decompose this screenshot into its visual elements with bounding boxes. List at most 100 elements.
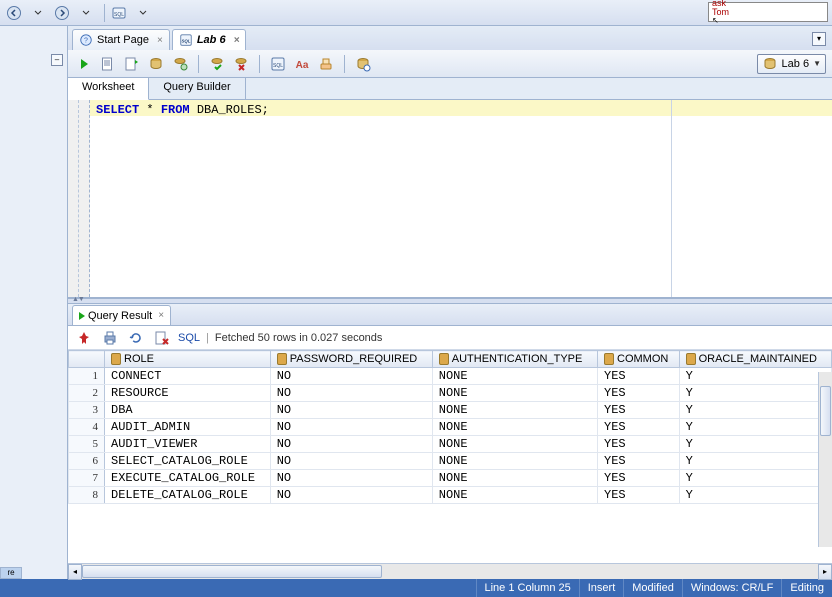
nav-back-button[interactable] [4,3,24,23]
vertical-scrollbar[interactable] [818,372,832,547]
column-header[interactable]: COMMON [598,351,680,368]
cell[interactable]: YES [598,436,680,453]
cell[interactable]: NO [270,419,432,436]
table-row[interactable]: 7EXECUTE_CATALOG_ROLENONONEYESY [69,470,832,487]
column-header[interactable]: PASSWORD_REQUIRED [270,351,432,368]
cell[interactable]: YES [598,470,680,487]
scroll-thumb[interactable] [820,386,831,436]
clear-button[interactable] [316,54,336,74]
column-header[interactable]: ORACLE_MAINTAINED [679,351,831,368]
explain-plan-button[interactable] [122,54,142,74]
connection-dropdown[interactable]: Lab 6 ▼ [757,54,826,74]
maximize-button[interactable]: ▾ [812,32,826,46]
cell[interactable]: NONE [432,368,597,385]
cell[interactable]: RESOURCE [105,385,271,402]
cell[interactable]: Y [679,368,831,385]
pin-button[interactable] [74,328,94,348]
close-icon[interactable]: × [158,310,164,321]
sql-tuning-button[interactable] [170,54,190,74]
column-header[interactable]: AUTHENTICATION_TYPE [432,351,597,368]
rollback-button[interactable] [231,54,251,74]
cell[interactable]: Y [679,436,831,453]
cell[interactable]: EXECUTE_CATALOG_ROLE [105,470,271,487]
cell[interactable]: NO [270,385,432,402]
sql-link[interactable]: SQL [178,332,200,344]
tab-query-result[interactable]: Query Result × [72,305,171,325]
cell[interactable]: YES [598,487,680,504]
unshared-worksheet-button[interactable]: SQL [268,54,288,74]
cell[interactable]: NO [270,470,432,487]
tab-worksheet[interactable]: Worksheet [68,78,149,100]
main-panel: ? Start Page × SQL Lab 6 × ▾ [68,26,832,579]
cell[interactable]: YES [598,453,680,470]
print-button[interactable] [100,328,120,348]
cell[interactable]: NO [270,436,432,453]
table-row[interactable]: 8DELETE_CATALOG_ROLENONONEYESY [69,487,832,504]
cell[interactable]: Y [679,419,831,436]
splitter-handle[interactable] [68,298,832,304]
cell[interactable]: NONE [432,385,597,402]
cell[interactable]: NONE [432,453,597,470]
editor-area[interactable]: SELECT * FROM DBA_ROLES; [90,100,832,297]
sql-history-button[interactable] [353,54,373,74]
cell[interactable]: Y [679,470,831,487]
scroll-right-button[interactable]: ▸ [818,564,832,580]
cell[interactable]: NO [270,487,432,504]
minimize-panel-button[interactable]: – [51,54,63,66]
ask-tom-label: ask Tom [712,0,824,17]
scroll-left-button[interactable]: ◂ [68,564,82,580]
cell[interactable]: NONE [432,487,597,504]
ask-tom-widget[interactable]: ask Tom ↖ [708,2,828,22]
sql-dropdown[interactable] [133,3,153,23]
column-header[interactable]: ROLE [105,351,271,368]
cell[interactable]: NONE [432,402,597,419]
nav-forward-dropdown[interactable] [76,3,96,23]
close-icon[interactable]: × [157,35,163,46]
tab-label: Query Builder [163,81,230,93]
result-grid[interactable]: ROLEPASSWORD_REQUIREDAUTHENTICATION_TYPE… [68,350,832,504]
nav-back-dropdown[interactable] [28,3,48,23]
scroll-thumb[interactable] [82,565,382,578]
table-row[interactable]: 4AUDIT_ADMINNONONEYESY [69,419,832,436]
cell[interactable]: Y [679,487,831,504]
cell[interactable]: Y [679,402,831,419]
table-row[interactable]: 2RESOURCENONONEYESY [69,385,832,402]
cell[interactable]: AUDIT_VIEWER [105,436,271,453]
cell[interactable]: Y [679,385,831,402]
cell[interactable]: CONNECT [105,368,271,385]
table-row[interactable]: 1CONNECTNONONEYESY [69,368,832,385]
table-row[interactable]: 3DBANONONEYESY [69,402,832,419]
horizontal-scrollbar[interactable]: ◂ ▸ [68,563,832,579]
tab-lab[interactable]: SQL Lab 6 × [172,29,247,50]
refresh-button[interactable] [126,328,146,348]
cell[interactable]: NONE [432,436,597,453]
run-script-button[interactable] [98,54,118,74]
cell[interactable]: Y [679,453,831,470]
cell[interactable]: NO [270,453,432,470]
table-row[interactable]: 5AUDIT_VIEWERNONONEYESY [69,436,832,453]
table-row[interactable]: 6SELECT_CATALOG_ROLENONONEYESY [69,453,832,470]
cell[interactable]: YES [598,419,680,436]
cell[interactable]: YES [598,385,680,402]
autotrace-button[interactable] [146,54,166,74]
cell[interactable]: YES [598,402,680,419]
nav-forward-button[interactable] [52,3,72,23]
tab-start-page[interactable]: ? Start Page × [72,29,170,50]
tab-query-builder[interactable]: Query Builder [149,78,245,99]
cell[interactable]: AUDIT_ADMIN [105,419,271,436]
sql-editor[interactable]: SELECT * FROM DBA_ROLES; [68,100,832,298]
run-statement-button[interactable] [74,54,94,74]
cell[interactable]: NONE [432,470,597,487]
cell[interactable]: NO [270,402,432,419]
cell[interactable]: DELETE_CATALOG_ROLE [105,487,271,504]
cell[interactable]: YES [598,368,680,385]
cell[interactable]: SELECT_CATALOG_ROLE [105,453,271,470]
cell[interactable]: DBA [105,402,271,419]
close-icon[interactable]: × [234,35,240,46]
cell[interactable]: NO [270,368,432,385]
cell[interactable]: NONE [432,419,597,436]
to-uppercase-button[interactable]: Aa [292,54,312,74]
commit-button[interactable] [207,54,227,74]
sql-icon[interactable]: SQL [109,3,129,23]
cancel-button[interactable] [152,328,172,348]
